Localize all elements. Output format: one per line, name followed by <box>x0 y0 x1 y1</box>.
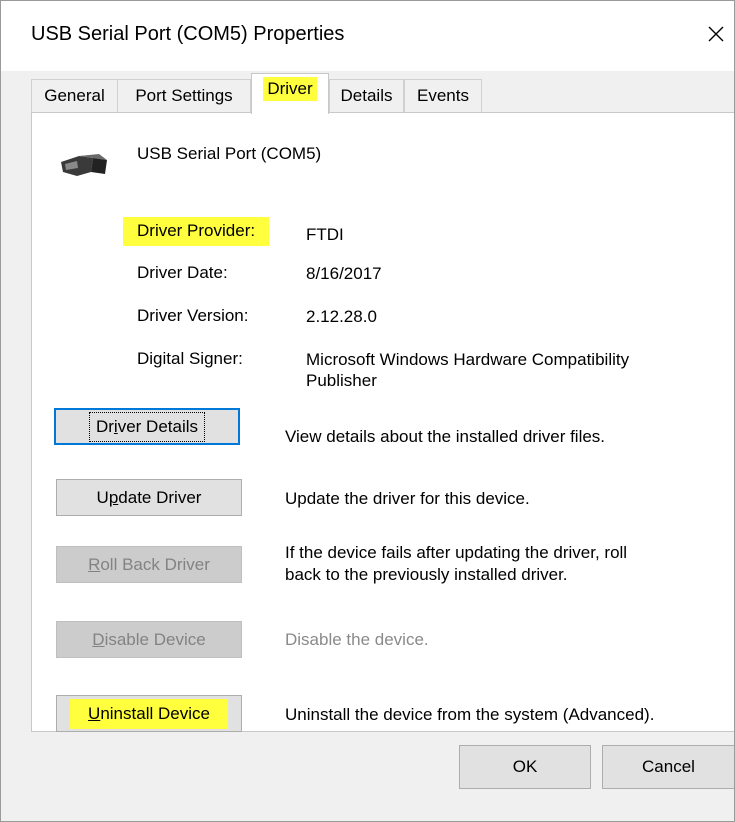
update-driver-description: Update the driver for this device. <box>285 489 530 508</box>
driver-tab-panel: USB Serial Port (COM5) Driver Provider: … <box>31 112 734 732</box>
tab-strip: General Port Settings Driver Details Eve… <box>1 71 734 114</box>
tab-general[interactable]: General <box>31 79 118 112</box>
cancel-button[interactable]: Cancel <box>602 745 734 789</box>
roll-back-driver-button-label: Roll Back Driver <box>88 554 210 574</box>
title-bar: USB Serial Port (COM5) Properties <box>1 1 734 71</box>
driver-details-description: View details about the installed driver … <box>285 427 606 446</box>
ok-button[interactable]: OK <box>459 745 591 789</box>
tab-port-settings[interactable]: Port Settings <box>117 79 251 112</box>
driver-version-value: 2.12.28.0 <box>306 307 377 326</box>
driver-version-label: Driver Version: <box>137 306 249 325</box>
uninstall-device-button[interactable]: Uninstall Device <box>56 695 242 732</box>
driver-date-value: 8/16/2017 <box>306 264 382 283</box>
tab-driver-label: Driver <box>263 77 317 101</box>
roll-back-driver-button[interactable]: Roll Back Driver <box>56 546 242 583</box>
digital-signer-label: Digital Signer: <box>137 349 243 368</box>
driver-details-button-label: Driver Details <box>88 411 206 442</box>
driver-details-button[interactable]: Driver Details <box>54 408 240 445</box>
roll-back-driver-description: If the device fails after updating the d… <box>285 543 628 584</box>
tab-events[interactable]: Events <box>404 79 482 112</box>
update-driver-button-label: Update Driver <box>96 487 202 507</box>
digital-signer-value-line2: Publisher <box>306 371 377 390</box>
update-driver-button[interactable]: Update Driver <box>56 479 242 516</box>
tab-details-label: Details <box>340 86 393 105</box>
close-icon <box>708 26 724 42</box>
tab-general-label: General <box>44 86 105 105</box>
disable-device-button[interactable]: Disable Device <box>56 621 242 658</box>
uninstall-device-button-label: Uninstall Device <box>70 698 228 729</box>
device-name: USB Serial Port (COM5) <box>137 144 322 163</box>
properties-dialog: USB Serial Port (COM5) Properties Genera… <box>0 0 735 822</box>
close-button[interactable] <box>701 19 731 49</box>
window-title: USB Serial Port (COM5) Properties <box>31 23 345 45</box>
disable-device-description: Disable the device. <box>285 630 429 649</box>
driver-date-label: Driver Date: <box>137 263 228 282</box>
tab-driver[interactable]: Driver <box>251 73 329 114</box>
ok-button-label: OK <box>512 757 538 776</box>
uninstall-device-description: Uninstall the device from the system (Ad… <box>285 705 655 724</box>
driver-provider-value: FTDI <box>306 225 344 244</box>
cancel-button-label: Cancel <box>642 757 695 776</box>
tab-port-settings-label: Port Settings <box>135 86 233 105</box>
driver-provider-label: Driver Provider: <box>123 217 270 246</box>
tab-events-label: Events <box>417 86 469 105</box>
tab-details[interactable]: Details <box>329 79 404 112</box>
disable-device-button-label: Disable Device <box>92 629 206 649</box>
digital-signer-value: Microsoft Windows Hardware Compatibility… <box>306 349 629 391</box>
digital-signer-value-line1: Microsoft Windows Hardware Compatibility <box>306 350 630 369</box>
usb-connector-icon <box>61 154 107 176</box>
